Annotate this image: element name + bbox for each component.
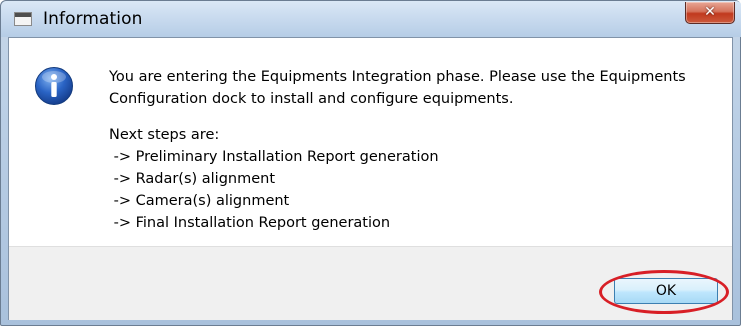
information-dialog: Information ✕ You are entering the Equip… bbox=[0, 0, 741, 326]
message-line-2: Configuration dock to install and config… bbox=[109, 91, 514, 107]
message-text: You are entering the Equipments Integrat… bbox=[109, 66, 719, 234]
step-item: -> Preliminary Installation Report gener… bbox=[109, 149, 439, 165]
close-icon: ✕ bbox=[704, 4, 716, 20]
step-item: -> Camera(s) alignment bbox=[109, 193, 290, 209]
steps-heading: Next steps are: bbox=[109, 127, 220, 143]
ok-button[interactable]: OK bbox=[614, 278, 718, 304]
step-item: -> Radar(s) alignment bbox=[109, 171, 276, 187]
window-app-icon bbox=[14, 12, 32, 26]
step-item: -> Final Installation Report generation bbox=[109, 215, 391, 231]
dialog-title: Information bbox=[43, 9, 143, 29]
title-bar[interactable]: Information ✕ bbox=[1, 1, 741, 37]
information-icon bbox=[35, 67, 73, 105]
close-button[interactable]: ✕ bbox=[685, 2, 735, 24]
button-bar: OK bbox=[9, 246, 732, 320]
dialog-content: You are entering the Equipments Integrat… bbox=[8, 37, 733, 320]
message-line-1: You are entering the Equipments Integrat… bbox=[109, 69, 686, 85]
